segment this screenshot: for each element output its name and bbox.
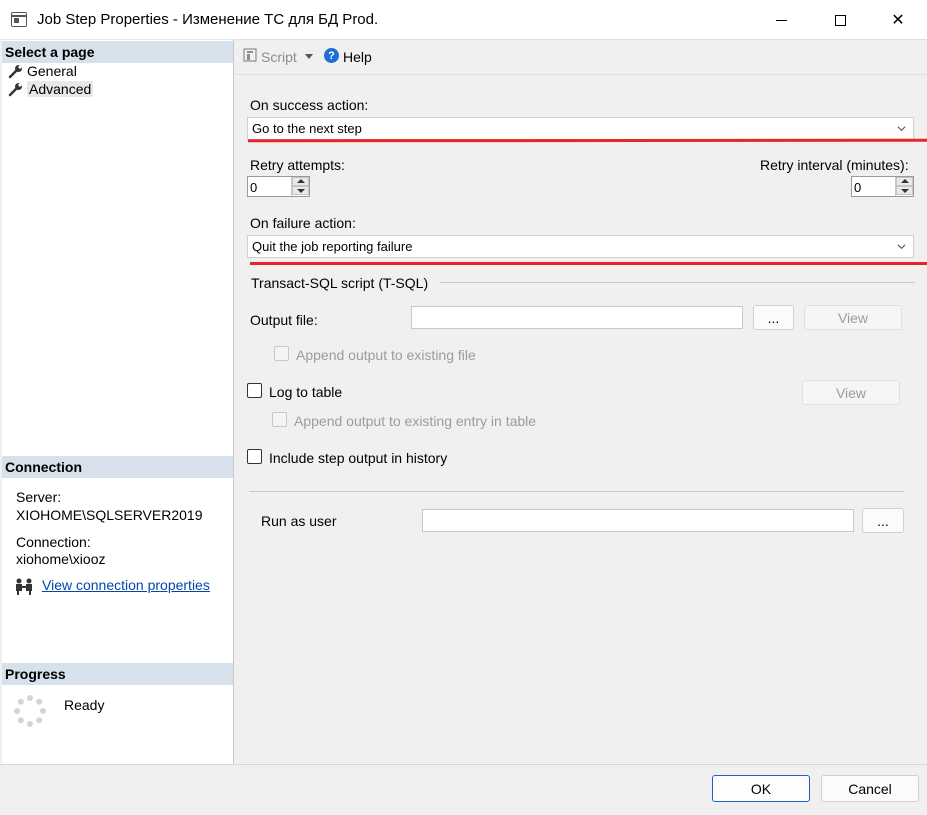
page-item-general[interactable]: General [8, 62, 77, 80]
append-output-checkbox[interactable] [274, 346, 289, 361]
run-as-user-browse-button[interactable]: ... [862, 508, 904, 533]
divider [235, 39, 927, 40]
wrench-icon [8, 83, 22, 97]
stepper-down-icon[interactable] [896, 186, 913, 195]
script-button[interactable]: Script [261, 49, 297, 65]
retry-attempts-value: 0 [250, 180, 258, 195]
connection-value: xiohome\xiooz [16, 551, 106, 567]
progress-status: Ready [64, 697, 105, 713]
run-as-user-input[interactable] [422, 509, 854, 532]
on-success-label: On success action: [250, 97, 369, 113]
minimize-icon [775, 19, 787, 21]
maximize-icon [834, 14, 846, 26]
log-to-table-checkbox[interactable] [247, 383, 262, 398]
page-item-label: General [27, 63, 77, 79]
maximize-button[interactable] [811, 0, 869, 40]
on-failure-value: Quit the job reporting failure [252, 239, 413, 254]
stepper-up-icon[interactable] [896, 177, 913, 186]
group-divider [440, 282, 915, 283]
retry-attempts-stepper[interactable]: 0 [247, 176, 310, 197]
left-pane: Select a page General Advanced Connectio… [2, 40, 234, 764]
connection-label: Connection: [16, 534, 91, 550]
ok-button[interactable]: OK [712, 775, 810, 802]
connection-header: Connection [2, 456, 233, 478]
output-file-view-button[interactable]: View [804, 305, 902, 330]
retry-interval-stepper[interactable]: 0 [851, 176, 914, 197]
include-history-checkbox[interactable] [247, 449, 262, 464]
close-icon: ✕ [891, 12, 905, 29]
append-output-label: Append output to existing file [296, 347, 476, 363]
title-bar[interactable]: Job Step Properties - Изменение ТС для Б… [0, 0, 927, 40]
help-icon[interactable]: ? [324, 48, 339, 63]
select-page-header: Select a page [2, 41, 233, 63]
server-label: Server: [16, 489, 62, 505]
append-entry-checkbox[interactable] [272, 412, 287, 427]
window-icon [11, 12, 27, 27]
script-dropdown-arrow-icon[interactable] [305, 54, 313, 59]
section-divider [249, 491, 904, 492]
script-icon[interactable] [243, 48, 257, 62]
toolbar-divider [235, 74, 927, 75]
stepper-down-icon[interactable] [292, 186, 309, 195]
page-item-advanced[interactable]: Advanced [8, 80, 94, 98]
highlight-underline [250, 262, 927, 265]
log-table-view-button[interactable]: View [802, 380, 900, 405]
view-connection-properties-link[interactable]: View connection properties [42, 577, 210, 593]
output-file-browse-button[interactable]: ... [753, 305, 794, 330]
progress-header: Progress [2, 663, 233, 685]
minimize-button[interactable] [752, 0, 810, 40]
log-to-table-label: Log to table [269, 384, 343, 400]
server-value: XIOHOME\SQLSERVER2019 [16, 507, 203, 523]
tsql-group-label: Transact-SQL script (T-SQL) [251, 275, 429, 291]
chevron-down-icon [897, 126, 906, 132]
run-as-user-label: Run as user [261, 513, 337, 529]
highlight-underline [247, 138, 927, 143]
output-file-input[interactable] [411, 306, 743, 329]
wrench-icon [8, 65, 22, 79]
close-button[interactable]: ✕ [869, 0, 927, 40]
include-history-label: Include step output in history [269, 450, 448, 466]
on-success-dropdown[interactable]: Go to the next step [247, 117, 914, 140]
help-button[interactable]: Help [343, 49, 372, 65]
retry-interval-value: 0 [854, 180, 862, 195]
on-success-value: Go to the next step [252, 121, 362, 136]
on-failure-dropdown[interactable]: Quit the job reporting failure [247, 235, 914, 258]
progress-spinner-icon [14, 695, 46, 727]
chevron-down-icon [897, 244, 906, 250]
connection-properties-icon [16, 578, 32, 595]
on-failure-label: On failure action: [250, 215, 356, 231]
retry-interval-label: Retry interval (minutes): [760, 157, 909, 173]
retry-attempts-label: Retry attempts: [250, 157, 345, 173]
cancel-button[interactable]: Cancel [821, 775, 919, 802]
output-file-label: Output file: [250, 312, 318, 328]
stepper-up-icon[interactable] [292, 177, 309, 186]
append-entry-label: Append output to existing entry in table [294, 413, 537, 429]
page-item-label: Advanced [27, 81, 94, 97]
window-title: Job Step Properties - Изменение ТС для Б… [37, 11, 379, 28]
